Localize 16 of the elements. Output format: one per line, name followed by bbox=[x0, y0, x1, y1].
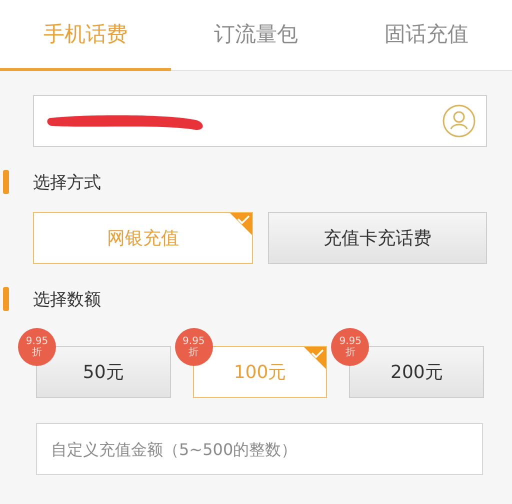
section-title: 选择数额 bbox=[33, 288, 101, 310]
tab[interactable]: 固话充值 bbox=[341, 0, 512, 71]
amount-input-field[interactable]: 自定义充值金额（5~500的整数） bbox=[36, 423, 483, 475]
discount-badge: 9.95 折 bbox=[174, 328, 213, 366]
check-corner-icon bbox=[230, 213, 252, 235]
section-marker bbox=[3, 287, 9, 311]
check-corner-icon bbox=[304, 347, 326, 369]
option-button[interactable]: 充值卡充话费 bbox=[268, 212, 487, 264]
option-button[interactable]: 网银充值 bbox=[33, 212, 252, 264]
tab[interactable]: 手机话费 bbox=[0, 0, 171, 71]
tab[interactable]: 订流量包 bbox=[170, 0, 342, 71]
discount-badge: 9.95 折 bbox=[331, 328, 370, 366]
discount-badge: 9.95 折 bbox=[18, 328, 56, 366]
phone-field[interactable] bbox=[33, 95, 487, 147]
section-marker bbox=[3, 170, 9, 194]
section-title: 选择方式 bbox=[33, 172, 101, 194]
